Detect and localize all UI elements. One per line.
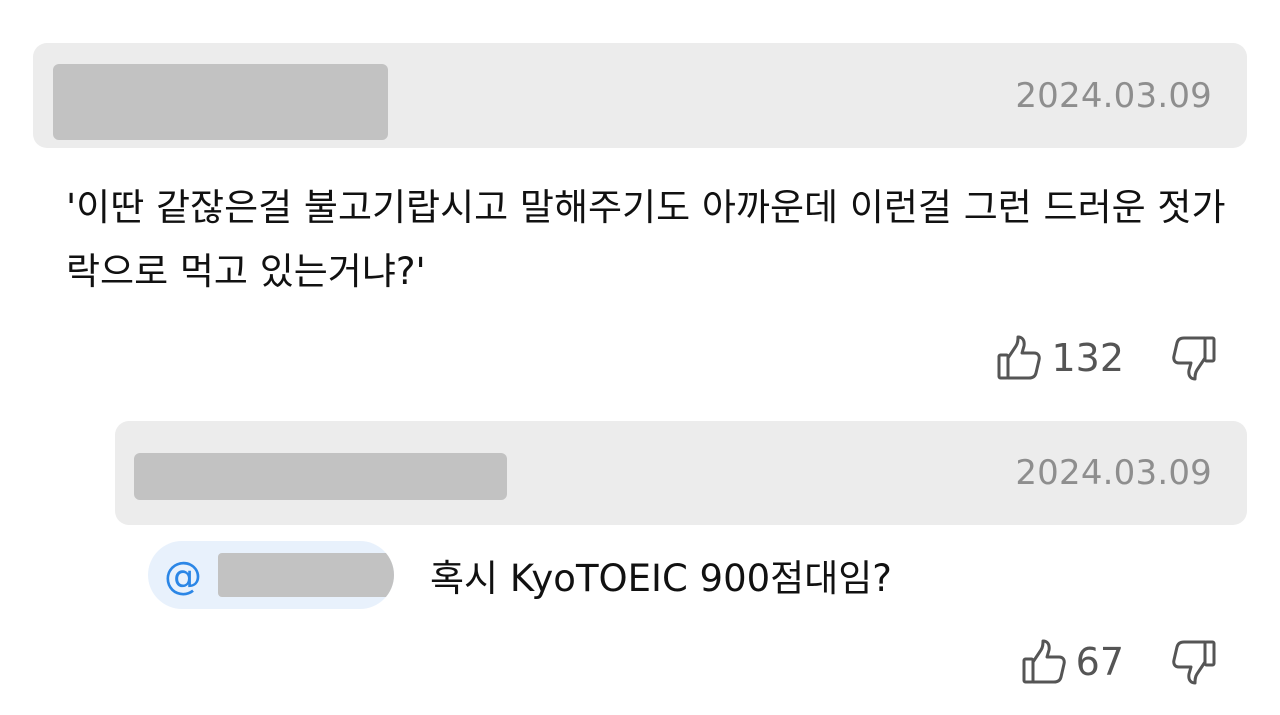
comment-thread: 2024.03.09 '이딴 같잖은걸 불고기랍시고 말해주기도 아까운데 이런… <box>0 0 1280 715</box>
reply-vote-bar: 67 <box>1022 636 1216 688</box>
comment-vote-bar: 132 <box>997 332 1216 384</box>
like-count: 67 <box>1075 640 1124 684</box>
comment-text: '이딴 같잖은걸 불고기랍시고 말해주기도 아까운데 이런걸 그런 드러운 젓가… <box>66 186 1226 293</box>
thumbs-up-icon <box>997 335 1042 381</box>
mention-chip[interactable]: @ <box>148 541 394 609</box>
like-count: 132 <box>1051 336 1124 380</box>
thumbs-down-icon <box>1172 639 1216 685</box>
redacted-mention-username <box>218 553 394 597</box>
reply-content: @ 혹시 KyoTOEIC 900점대임? <box>148 541 892 609</box>
mention-at-sign: @ <box>164 554 202 598</box>
comment-header: 2024.03.09 <box>33 43 1247 148</box>
reply-date: 2024.03.09 <box>1015 453 1212 493</box>
reply-text: 혹시 KyoTOEIC 900점대임? <box>430 557 892 600</box>
comment-date: 2024.03.09 <box>1015 76 1212 116</box>
like-button[interactable]: 132 <box>997 335 1172 381</box>
redacted-username[interactable] <box>134 453 507 500</box>
thumbs-down-icon <box>1172 335 1216 381</box>
dislike-button[interactable] <box>1172 639 1216 685</box>
redacted-username[interactable] <box>53 64 388 140</box>
like-button[interactable]: 67 <box>1022 639 1172 685</box>
reply-header: 2024.03.09 <box>115 421 1247 525</box>
thumbs-up-icon <box>1022 639 1066 685</box>
dislike-button[interactable] <box>1172 335 1216 381</box>
